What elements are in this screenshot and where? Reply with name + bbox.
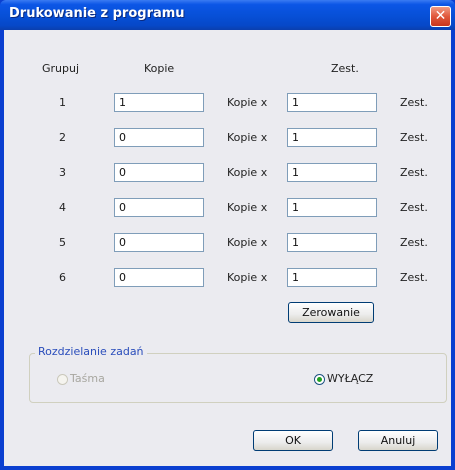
copies-input-1[interactable] — [114, 93, 204, 112]
copies-multiplier-label: Kopie x — [227, 236, 268, 249]
group-number: 6 — [59, 271, 66, 284]
header-group: Grupuj — [42, 62, 80, 75]
dialog-title: Drukowanie z programu — [9, 6, 185, 21]
copies-input-5[interactable] — [114, 233, 204, 252]
ok-button[interactable]: OK — [253, 430, 333, 451]
sets-unit-label: Zest. — [400, 201, 428, 214]
radio-selected-dot — [317, 377, 322, 382]
sets-unit-label: Zest. — [400, 131, 428, 144]
copies-input-6[interactable] — [114, 268, 204, 287]
tape-radio[interactable] — [57, 374, 68, 385]
dialog-body: Grupuj Kopie Zest. 1 Kopie x Zest. 2 Kop… — [4, 30, 451, 466]
sets-input-6[interactable] — [287, 268, 377, 287]
cancel-button[interactable]: Anuluj — [358, 430, 438, 451]
copies-multiplier-label: Kopie x — [227, 131, 268, 144]
header-sets: Zest. — [331, 62, 359, 75]
close-icon: ✕ — [434, 8, 447, 24]
copies-multiplier-label: Kopie x — [227, 166, 268, 179]
sets-input-5[interactable] — [287, 233, 377, 252]
header-copies: Kopie — [144, 62, 175, 75]
sets-unit-label: Zest. — [400, 236, 428, 249]
group-number: 1 — [59, 96, 66, 109]
copies-multiplier-label: Kopie x — [227, 271, 268, 284]
group-number: 2 — [59, 131, 66, 144]
copies-input-3[interactable] — [114, 163, 204, 182]
close-button[interactable]: ✕ — [430, 6, 451, 27]
dialog-window: Drukowanie z programu ✕ Grupuj Kopie Zes… — [0, 0, 455, 470]
off-radio-label: WYŁĄCZ — [327, 372, 374, 385]
copies-multiplier-label: Kopie x — [227, 96, 268, 109]
off-radio[interactable] — [314, 374, 325, 385]
sets-unit-label: Zest. — [400, 166, 428, 179]
reset-button[interactable]: Zerowanie — [288, 302, 374, 323]
sets-input-3[interactable] — [287, 163, 377, 182]
sets-input-4[interactable] — [287, 198, 377, 217]
tape-radio-label: Taśma — [70, 372, 105, 385]
sets-input-2[interactable] — [287, 128, 377, 147]
sets-unit-label: Zest. — [400, 96, 428, 109]
copies-input-2[interactable] — [114, 128, 204, 147]
group-number: 3 — [59, 166, 66, 179]
sets-unit-label: Zest. — [400, 271, 428, 284]
group-number: 5 — [59, 236, 66, 249]
copies-input-4[interactable] — [114, 198, 204, 217]
sets-input-1[interactable] — [287, 93, 377, 112]
title-bar: Drukowanie z programu ✕ — [0, 0, 455, 30]
job-separation-legend: Rozdzielanie zadań — [35, 345, 147, 358]
copies-multiplier-label: Kopie x — [227, 201, 268, 214]
group-number: 4 — [59, 201, 66, 214]
